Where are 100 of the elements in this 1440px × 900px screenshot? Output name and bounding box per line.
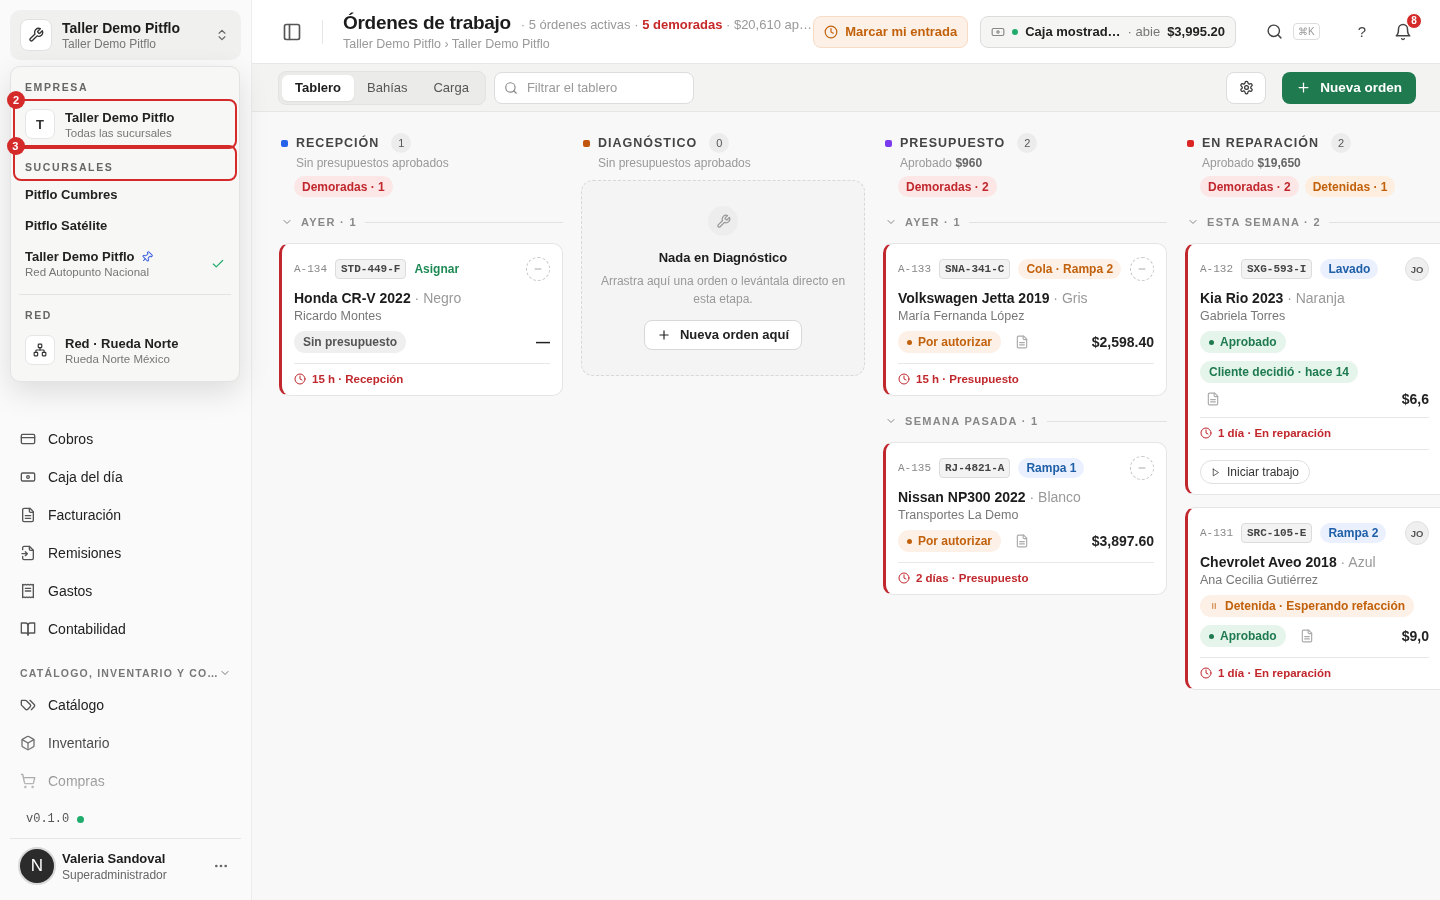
view-tab[interactable]: Carga bbox=[420, 74, 482, 101]
nav-item[interactable]: Facturación bbox=[0, 496, 251, 534]
search-icon bbox=[503, 80, 518, 95]
menu-item[interactable]: Red · Rueda Norte Rueda Norte México bbox=[19, 327, 231, 373]
order-card[interactable]: A-134 STD-449-F Asignar Honda CR-V 2022 · Negro Ricardo Montes Sin presupuesto — 15 h · Recepción bbox=[279, 243, 563, 396]
settings-icon bbox=[1238, 80, 1254, 95]
view-tab[interactable]: Bahías bbox=[354, 74, 421, 101]
board-settings-button[interactable] bbox=[1226, 71, 1267, 104]
vehicle-title: Nissan NP300 2022 · Blanco bbox=[898, 489, 1082, 505]
clock-icon bbox=[824, 24, 839, 39]
clock-icon bbox=[898, 373, 910, 385]
filter-chip[interactable]: Demoradas · 2 bbox=[898, 176, 997, 197]
user-avatar: N bbox=[18, 847, 56, 885]
assign-link[interactable]: Asignar bbox=[414, 262, 460, 276]
book-icon bbox=[20, 621, 36, 637]
order-amount: $6,6 bbox=[1401, 391, 1429, 407]
workspace-subtitle: Taller Demo Pitflo bbox=[62, 36, 158, 51]
status-dot bbox=[1012, 28, 1019, 35]
nav-item[interactable]: Remisiones bbox=[0, 534, 251, 572]
new-order-button[interactable]: Nueva orden bbox=[1282, 71, 1416, 104]
status-pill: Aprobado bbox=[1200, 331, 1286, 353]
filter-field[interactable]: Filtrar el tablero bbox=[493, 71, 694, 104]
order-card[interactable]: A-132 SXG-593-I Lavado JO Kia Rio 2023 · Naranja Gabriela Torres Aprobado Cliente decidió · hace 14 $6,6 1 día · En reparación Iniciar trabajo bbox=[1185, 243, 1440, 495]
status-pill: Detenida · Esperando refacción bbox=[1200, 595, 1415, 617]
license-plate: STD-449-F bbox=[335, 259, 407, 279]
column-title: PRESUPUESTO bbox=[900, 136, 1006, 150]
page-title: Órdenes de trabajo bbox=[343, 12, 511, 34]
order-summary: · 5 órdenes activas · 5 demoradas · $20,610 ap… bbox=[520, 17, 812, 32]
column-title: EN REPARACIÓN bbox=[1202, 136, 1319, 150]
license-plate: SRC-105-E bbox=[1241, 523, 1313, 543]
vehicle-title: Kia Rio 2023 · Naranja bbox=[1200, 290, 1346, 306]
filter-chip[interactable]: Demoradas · 1 bbox=[294, 176, 393, 197]
order-id: A-135 bbox=[898, 462, 931, 474]
new-order-here-button[interactable]: Nueva orden aquí bbox=[643, 319, 803, 350]
help-button[interactable]: ? bbox=[1353, 19, 1370, 44]
menu-item-title: Red · Rueda Norte bbox=[65, 335, 179, 351]
menu-item[interactable]: Pitflo Satélite bbox=[15, 210, 235, 241]
count-badge: 2 bbox=[1017, 133, 1038, 153]
elapsed-time: 2 días · Presupuesto bbox=[898, 572, 1154, 584]
workspace-switcher[interactable]: Taller Demo Pitflo Taller Demo Pitflo bbox=[10, 10, 241, 60]
order-card[interactable]: A-135 RJ-4821-A Rampa 1 Nissan NP300 2022 · Blanco Transportes La Demo Por autorizar $3,897.60 2 días · Presupuesto bbox=[883, 442, 1167, 595]
document-icon bbox=[20, 507, 36, 523]
nav-item[interactable]: Catálogo bbox=[0, 686, 251, 724]
order-card[interactable]: A-131 SRC-105-E Rampa 2 JO Chevrolet Aveo 2018 · Azul Ana Cecilia Gutiérrez Detenida · Esperando refacción Aprobado $9,0 1 día · En reparación bbox=[1185, 507, 1440, 690]
cart-icon bbox=[20, 773, 36, 789]
order-id: A-133 bbox=[898, 263, 931, 275]
license-plate: SNA-341-C bbox=[939, 259, 1011, 279]
menu-item-title: Pitflo Cumbres bbox=[25, 187, 118, 202]
user-name: Valeria Sandoval bbox=[62, 850, 167, 866]
bay-tag: Cola · Rampa 2 bbox=[1018, 259, 1122, 279]
empty-title: Nada en Diagnóstico bbox=[658, 250, 788, 266]
menu-item[interactable]: Taller Demo Pitflo Red Autopunto Nacional bbox=[15, 241, 235, 286]
menu-item-title: Pitflo Satélite bbox=[25, 218, 108, 233]
nav-item[interactable]: Caja del día bbox=[0, 458, 251, 496]
elapsed-time: 15 h · Presupuesto bbox=[898, 373, 1154, 385]
license-plate: SXG-593-I bbox=[1241, 259, 1313, 279]
menu-item[interactable]: Pitflo Cumbres bbox=[15, 179, 235, 210]
column-title: RECEPCIÓN bbox=[296, 136, 380, 150]
nav-item[interactable]: Inventario bbox=[0, 724, 251, 762]
start-work-button[interactable]: Iniciar trabajo bbox=[1200, 460, 1311, 484]
menu-section-heading: EMPRESA bbox=[24, 80, 90, 95]
customer-name: Gabriela Torres bbox=[1200, 309, 1287, 323]
nav-item[interactable]: Contabilidad bbox=[0, 610, 251, 648]
order-id: A-132 bbox=[1200, 263, 1233, 275]
play-icon bbox=[1211, 467, 1220, 477]
assignee-avatar: JO bbox=[1405, 257, 1429, 281]
nav-item[interactable]: Cobros bbox=[0, 420, 251, 458]
section-header[interactable]: CATÁLOGO, INVENTARIO Y CO… bbox=[0, 660, 251, 686]
section-title: CATÁLOGO, INVENTARIO Y CO… bbox=[20, 667, 219, 679]
customer-name: Ana Cecilia Gutiérrez bbox=[1200, 573, 1320, 587]
workspace-name: Taller Demo Pitflo bbox=[62, 19, 181, 36]
clock-in-button[interactable]: Marcar mi entrada bbox=[813, 15, 969, 48]
count-badge: 1 bbox=[391, 133, 412, 153]
menu-item-subtitle: Todas las sucursales bbox=[65, 126, 173, 139]
search-icon bbox=[1266, 23, 1283, 40]
cash-register-button[interactable]: Caja mostrad… · abie $3,995.20 bbox=[980, 15, 1236, 48]
version-label: v0.1.0 bbox=[26, 812, 70, 826]
order-card[interactable]: A-133 SNA-341-C Cola · Rampa 2 Volkswagen Jetta 2019 · Gris María Fernanda López Por autorizar $2,598.40 15 h · Presupuesto bbox=[883, 243, 1167, 396]
license-plate: RJ-4821-A bbox=[939, 458, 1011, 478]
menu-section-heading: RED bbox=[24, 308, 53, 323]
nav-item[interactable]: Gastos bbox=[0, 572, 251, 610]
filter-chip[interactable]: Demoradas · 2 bbox=[1200, 176, 1299, 197]
order-amount: $9,0 bbox=[1401, 628, 1429, 644]
order-id: A-134 bbox=[294, 263, 327, 275]
customer-name: Transportes La Demo bbox=[898, 508, 1020, 522]
order-amount: $3,897.60 bbox=[1091, 533, 1154, 549]
elapsed-time: 1 día · En reparación bbox=[1200, 667, 1429, 679]
customer-name: María Fernanda López bbox=[898, 309, 1026, 323]
order-id: A-131 bbox=[1200, 527, 1233, 539]
count-badge: 0 bbox=[709, 133, 730, 153]
customer-name: Ricardo Montes bbox=[294, 309, 383, 323]
menu-section-heading: SUCURSALES bbox=[25, 161, 114, 173]
filter-chip[interactable]: Detenidas · 1 bbox=[1304, 176, 1396, 197]
vehicle-title: Honda CR-V 2022 · Negro bbox=[294, 290, 463, 306]
plus-icon bbox=[656, 327, 671, 342]
menu-item-subtitle: Red Autopunto Nacional bbox=[25, 266, 151, 278]
menu-item-subtitle: Rueda Norte México bbox=[65, 352, 171, 365]
view-tab[interactable]: Tablero bbox=[282, 74, 354, 101]
notification-count: 8 bbox=[1406, 12, 1422, 29]
shortcut-key: ⌘K bbox=[1293, 23, 1320, 40]
